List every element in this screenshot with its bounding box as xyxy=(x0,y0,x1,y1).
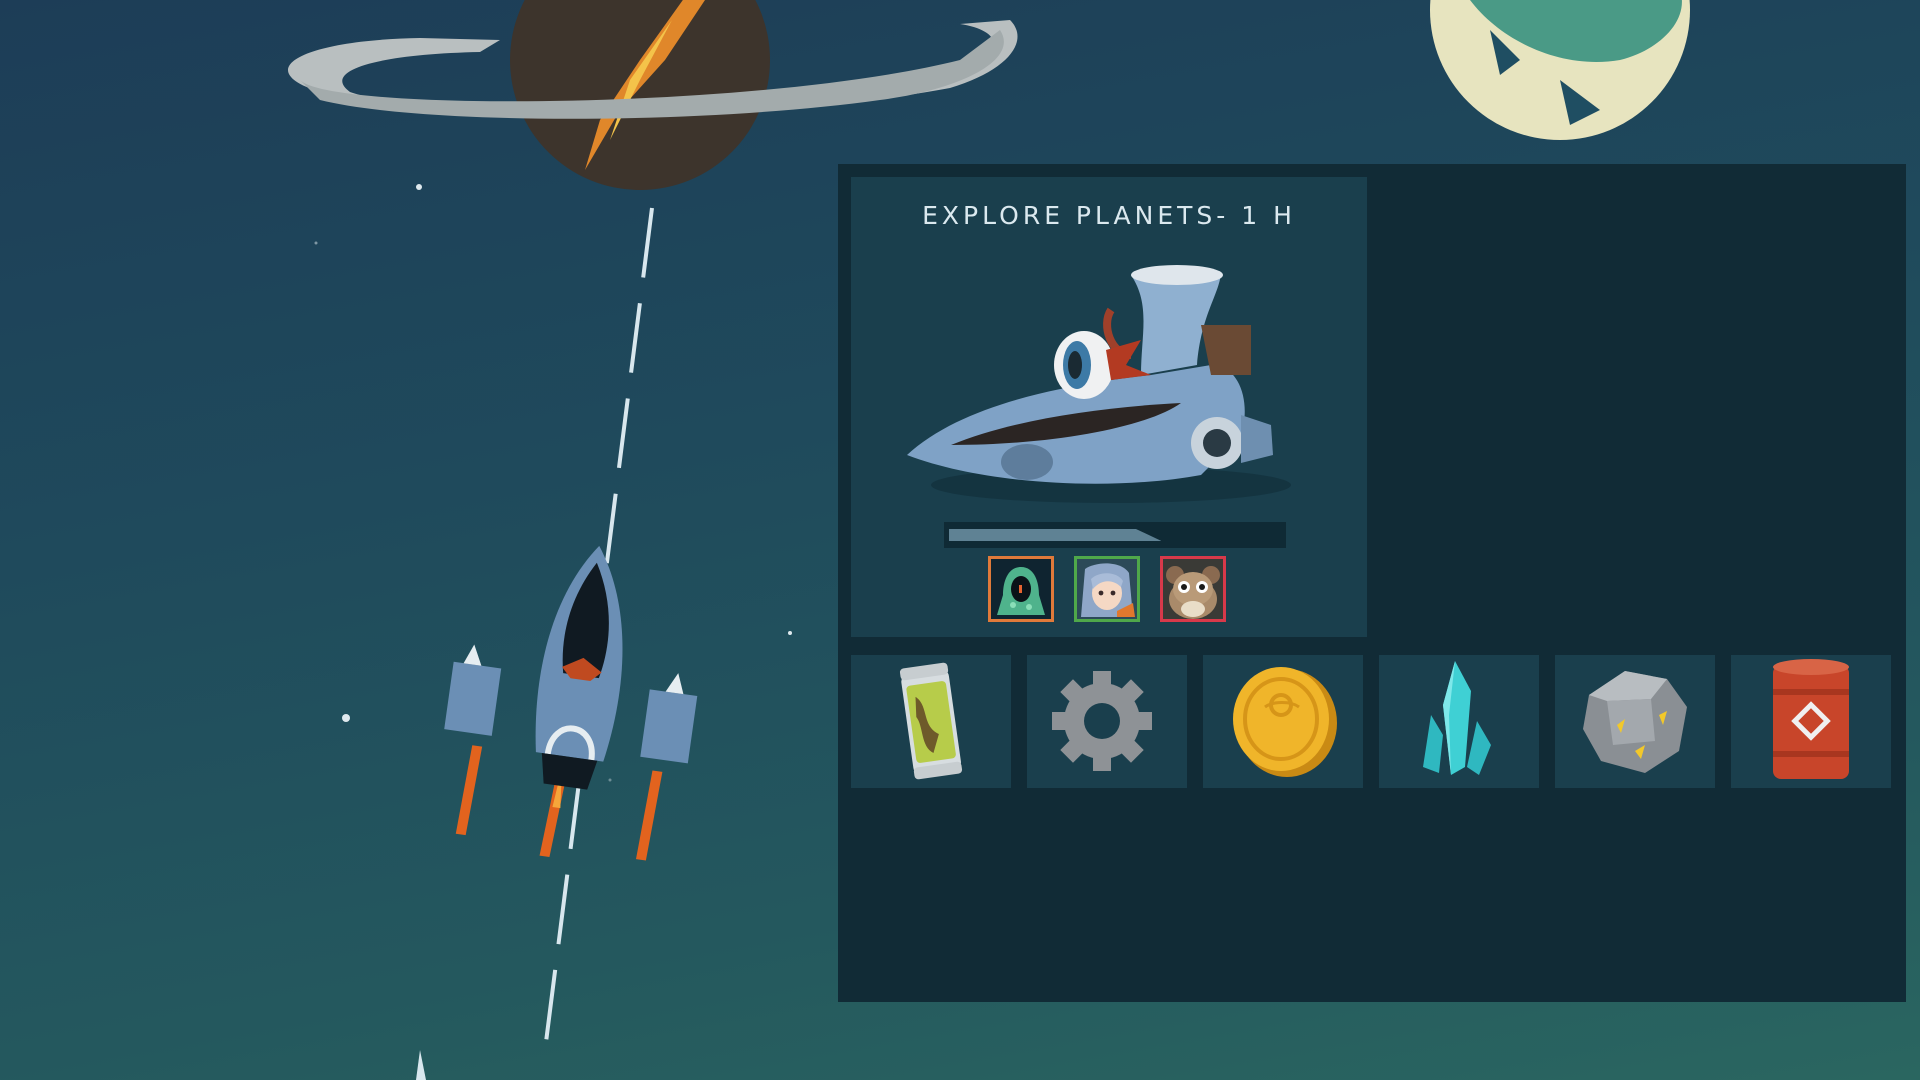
elf-girl-icon xyxy=(1077,559,1137,619)
mission-progress-bar xyxy=(944,522,1286,548)
tarsier-icon xyxy=(1163,559,1223,619)
resource-slot-fuel-barrel[interactable] xyxy=(1731,655,1891,788)
hooded-alien-icon xyxy=(991,559,1051,619)
fuel-barrel-icon xyxy=(1773,659,1849,779)
crew-portrait-tarsier[interactable] xyxy=(1160,556,1226,622)
mission-card: EXPLORE PLANETS- 1 H xyxy=(851,177,1367,637)
ore-rock-icon xyxy=(1583,671,1687,773)
resource-slot-specimen-jar[interactable] xyxy=(851,655,1011,788)
ringed-planet xyxy=(288,0,1018,190)
resource-slot-gold-coin[interactable] xyxy=(1203,655,1363,788)
resource-slot-ore-rock[interactable] xyxy=(1555,655,1715,788)
green-planet xyxy=(1430,0,1690,140)
crew-portrait-hooded-alien[interactable] xyxy=(988,556,1054,622)
resource-slot-crystal[interactable] xyxy=(1379,655,1539,788)
crew-portrait-elf-girl[interactable] xyxy=(1074,556,1140,622)
specimen-jar-icon xyxy=(899,662,963,780)
mission-progress-fill xyxy=(949,529,1162,541)
crystal-icon xyxy=(1423,661,1491,775)
resource-slot-gear[interactable] xyxy=(1027,655,1187,788)
gear-icon xyxy=(1052,671,1152,771)
explorer-ship xyxy=(907,265,1291,503)
gold-coin-icon xyxy=(1233,667,1337,777)
mission-title: EXPLORE PLANETS- 1 H xyxy=(922,201,1296,230)
